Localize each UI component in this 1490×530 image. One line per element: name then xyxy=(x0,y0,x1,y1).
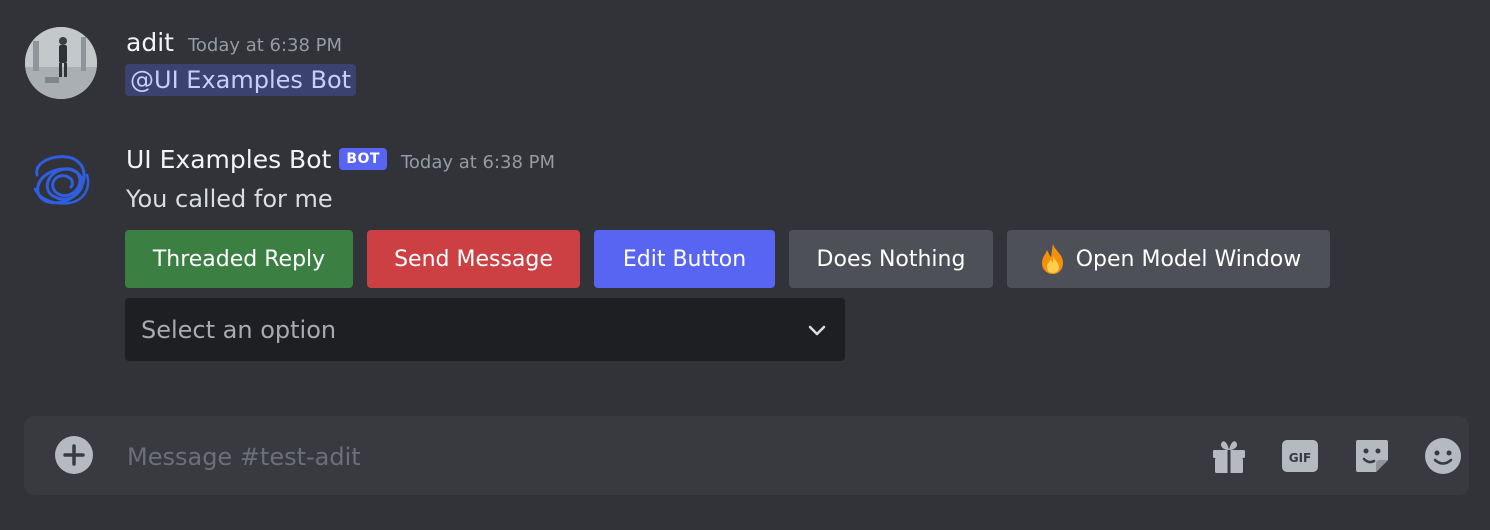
user-avatar[interactable] xyxy=(25,27,97,99)
gift-icon[interactable] xyxy=(1209,436,1249,476)
user-mention[interactable]: @UI Examples Bot xyxy=(125,64,357,96)
sticker-icon[interactable] xyxy=(1352,436,1392,476)
button-label: Edit Button xyxy=(622,246,747,272)
message-header: adit Today at 6:38 PM xyxy=(126,28,342,57)
message-content: You called for me xyxy=(126,185,333,213)
emoji-icon[interactable] xyxy=(1423,436,1463,476)
message-header: UI Examples Bot BOT Today at 6:38 PM xyxy=(126,145,555,175)
message-composer: GIF xyxy=(24,416,1469,495)
svg-text:GIF: GIF xyxy=(1289,451,1312,465)
open-model-window-button[interactable]: Open Model Window xyxy=(1007,230,1330,288)
threaded-reply-button[interactable]: Threaded Reply xyxy=(125,230,353,288)
timestamp: Today at 6:38 PM xyxy=(400,152,556,173)
edit-button[interactable]: Edit Button xyxy=(594,230,775,288)
bot-username[interactable]: UI Examples Bot xyxy=(126,145,331,174)
gif-icon[interactable]: GIF xyxy=(1280,436,1320,476)
select-placeholder: Select an option xyxy=(141,315,337,344)
bot-avatar[interactable] xyxy=(25,145,97,217)
send-message-button[interactable]: Send Message xyxy=(367,230,580,288)
button-row: Threaded Reply Send Message Edit Button … xyxy=(125,230,1330,288)
username[interactable]: adit xyxy=(126,28,174,57)
user-avatar-photo-icon xyxy=(25,27,97,99)
scribble-avatar-icon xyxy=(33,155,90,205)
button-label: Open Model Window xyxy=(1075,246,1302,272)
message-input[interactable] xyxy=(125,438,1189,476)
chevron-down-icon xyxy=(808,325,826,335)
timestamp: Today at 6:38 PM xyxy=(187,35,343,56)
fire-icon xyxy=(1041,244,1063,274)
select-menu[interactable]: Select an option xyxy=(125,298,845,361)
button-label: Send Message xyxy=(394,246,553,272)
bot-tag-badge: BOT xyxy=(339,148,387,170)
button-label: Does Nothing xyxy=(816,246,966,272)
does-nothing-button[interactable]: Does Nothing xyxy=(789,230,993,288)
add-icon[interactable] xyxy=(55,436,93,474)
button-label: Threaded Reply xyxy=(152,246,326,272)
